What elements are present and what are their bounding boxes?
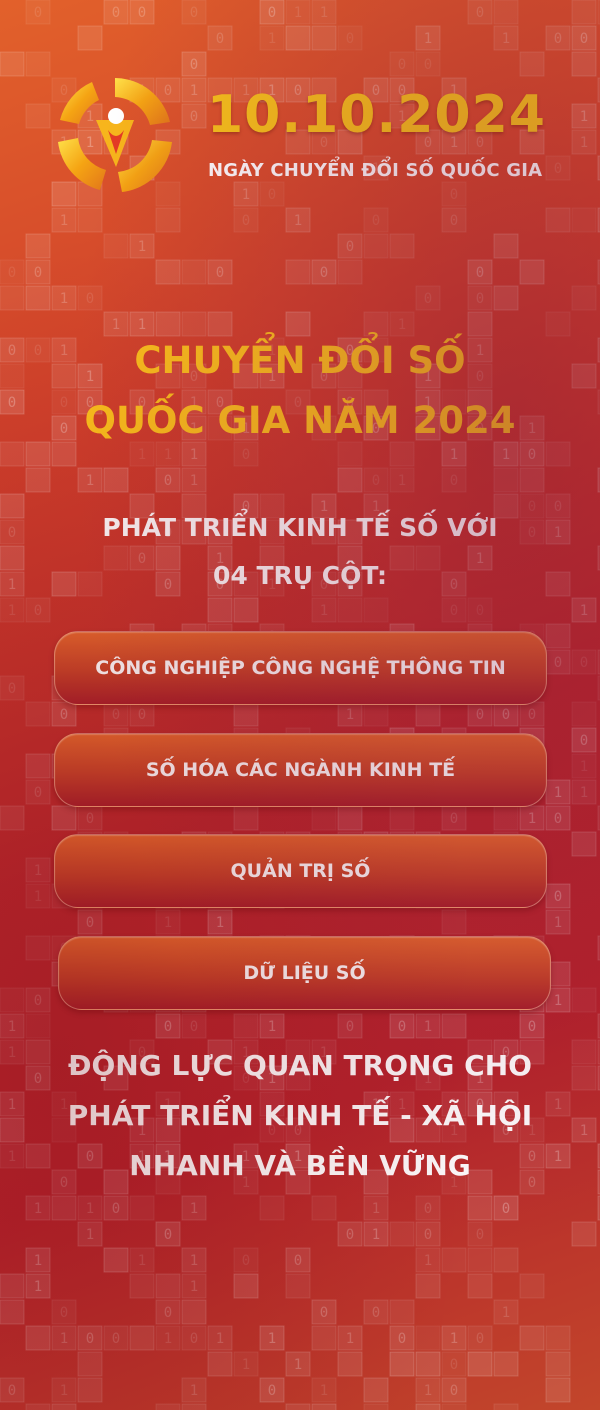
content-layer: 10.10.2024 NGÀY CHUYỂN ĐỔI SỐ QUỐC GIA C… xyxy=(0,0,600,1410)
pillar-it-industry: CÔNG NGHIỆP CÔNG NGHỆ THÔNG TIN xyxy=(54,631,547,705)
event-name: NGÀY CHUYỂN ĐỔI SỐ QUỐC GIA xyxy=(208,160,543,181)
event-date: 10.10.2024 xyxy=(207,85,546,145)
pillar-digital-governance: QUẢN TRỊ SỐ xyxy=(54,834,547,908)
subheading-line-1: PHÁT TRIỂN KINH TẾ SỐ VỚI xyxy=(102,513,498,542)
closing-line-2: PHÁT TRIỂN KINH TẾ - XÃ HỘI xyxy=(67,1099,533,1132)
digital-transformation-logo-icon xyxy=(58,78,172,192)
subheading-line-2: 04 TRỤ CỘT: xyxy=(212,561,388,590)
poster-banner: 0000011000101100000010111000101011110001… xyxy=(0,0,600,1410)
headline-line-1: CHUYỂN ĐỔI SỐ xyxy=(134,339,466,382)
closing-line-1: ĐỘNG LỰC QUAN TRỌNG CHO xyxy=(68,1049,532,1082)
closing-message: ĐỘNG LỰC QUAN TRỌNG CHO PHÁT TRIỂN KINH … xyxy=(0,1041,600,1191)
headline-line-2: QUỐC GIA NĂM 2024 xyxy=(84,399,516,442)
pillar-digital-data: DỮ LIỆU SỐ xyxy=(58,936,551,1010)
closing-line-3: NHANH VÀ BỀN VỮNG xyxy=(129,1149,471,1182)
pillar-digitize-sectors: SỐ HÓA CÁC NGÀNH KINH TẾ xyxy=(54,733,547,807)
